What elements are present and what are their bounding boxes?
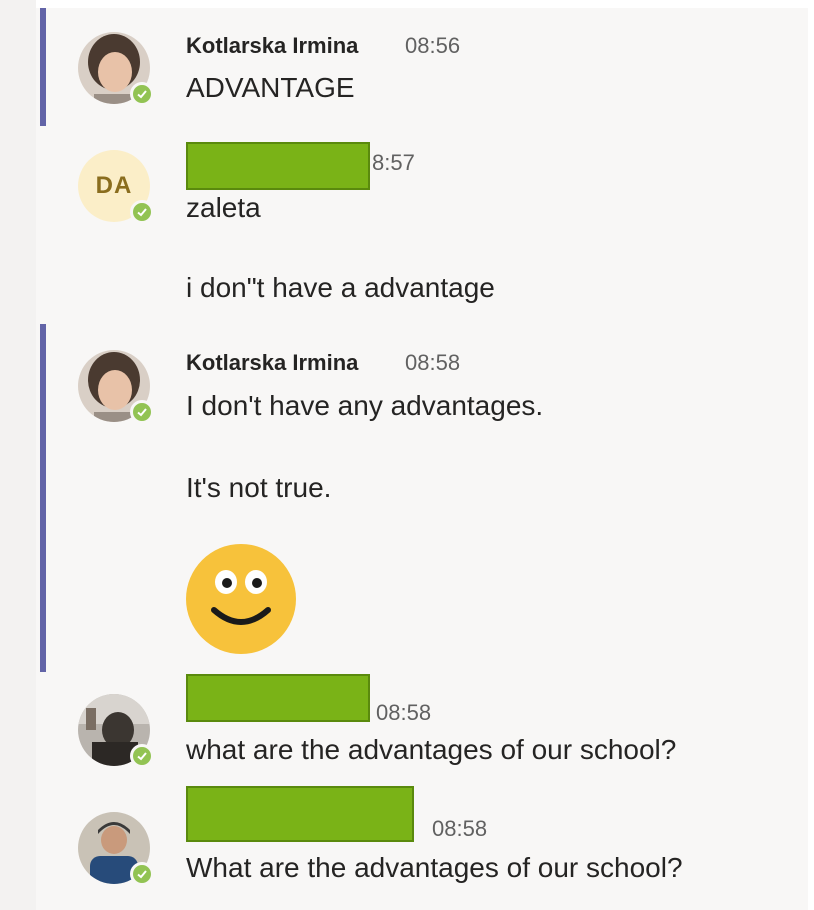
left-gutter bbox=[0, 0, 36, 910]
message-group-accent-bar bbox=[40, 324, 46, 672]
message-text: what are the advantages of our school? bbox=[186, 734, 677, 765]
redacted-sender-name bbox=[186, 142, 370, 190]
message-group-accent-bar bbox=[40, 8, 46, 126]
message-text: ADVANTAGE bbox=[186, 72, 355, 103]
redacted-sender-name bbox=[186, 674, 370, 722]
presence-available-icon bbox=[130, 400, 154, 424]
avatar-user-photo[interactable] bbox=[78, 812, 154, 886]
message-text: I don't have any advantages. bbox=[186, 390, 544, 421]
presence-available-icon bbox=[130, 744, 154, 768]
message-timestamp: 08:56 bbox=[405, 33, 461, 58]
presence-available-icon bbox=[130, 200, 154, 224]
message-text: zaleta bbox=[186, 192, 261, 223]
presence-available-icon bbox=[130, 862, 154, 886]
message-timestamp: 08:58 bbox=[376, 700, 432, 725]
message-text: What are the advantages of our school? bbox=[186, 852, 683, 883]
avatar-da[interactable]: DA bbox=[78, 150, 154, 224]
message-timestamp: 8:57 bbox=[372, 150, 415, 175]
chat-pane bbox=[36, 8, 808, 910]
sender-name[interactable]: Kotlarska Irmina bbox=[186, 350, 358, 376]
presence-available-icon bbox=[130, 82, 154, 106]
message-timestamp: 08:58 bbox=[405, 350, 461, 375]
redacted-sender-name bbox=[186, 786, 414, 842]
smiley-emoji-icon bbox=[186, 544, 296, 654]
message-text: It's not true. bbox=[186, 472, 332, 503]
sender-name[interactable]: Kotlarska Irmina bbox=[186, 33, 358, 59]
avatar-kotlarska-irmina[interactable] bbox=[78, 350, 154, 424]
avatar-kotlarska-irmina[interactable] bbox=[78, 32, 154, 106]
avatar-user-photo[interactable] bbox=[78, 694, 154, 768]
message-text: i don"t have a advantage bbox=[186, 272, 495, 303]
message-timestamp: 08:58 bbox=[432, 816, 488, 841]
